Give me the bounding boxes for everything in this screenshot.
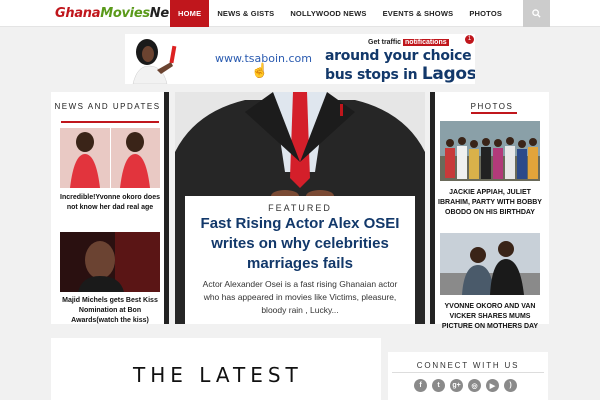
- youtube-icon[interactable]: ▶: [486, 379, 499, 392]
- top-navbar: GhanaMoviesNews HOME NEWS & GISTS NOLLYW…: [0, 0, 600, 27]
- instagram-icon[interactable]: ◎: [468, 379, 481, 392]
- news-updates-title: NEWS AND UPDATES: [54, 102, 161, 111]
- article-caption[interactable]: Majid Michels gets Best Kiss Nomination …: [55, 296, 165, 326]
- ad-notification-text: Get traffic notifications: [368, 39, 449, 46]
- site-logo[interactable]: GhanaMoviesNews: [55, 6, 188, 23]
- ad-headline-line2: bus stops in Lagos: [325, 64, 475, 84]
- connect-title: CONNECT WITH US: [416, 361, 520, 370]
- featured-label: FEATURED: [268, 203, 332, 213]
- latest-section: THE LATEST: [51, 338, 381, 400]
- nav-item-news-gists[interactable]: NEWS & GISTS: [209, 0, 282, 27]
- ad-notif-highlight: notifications: [403, 39, 449, 46]
- news-updates-underline: [61, 121, 159, 123]
- pointer-hand-icon: ☝: [251, 62, 269, 78]
- main-nav: HOME NEWS & GISTS NOLLYWOOD NEWS EVENTS …: [170, 0, 510, 27]
- nav-item-nollywood-news[interactable]: NOLLYWOOD NEWS: [282, 0, 374, 27]
- facebook-icon[interactable]: f: [414, 379, 427, 392]
- ad-line2-prefix: bus stops in: [325, 67, 418, 83]
- google-plus-icon[interactable]: g+: [450, 379, 463, 392]
- ad-line2-city: Lagos: [421, 64, 475, 84]
- news-updates-column: NEWS AND UPDATES Incredible!Yvonne okoro…: [51, 92, 169, 324]
- article-caption[interactable]: Incredible!Yvonne okoro does not know he…: [55, 193, 165, 213]
- ad-notif-prefix: Get traffic: [368, 39, 402, 46]
- ad-banner[interactable]: www.tsaboin.com ☝ Get traffic notificati…: [125, 34, 475, 84]
- connect-divider: [392, 372, 544, 373]
- rss-icon[interactable]: ): [504, 379, 517, 392]
- ad-woman-image: [127, 36, 185, 84]
- photo-caption[interactable]: JACKIE APPIAH, JULIET IBRAHIM, PARTY WIT…: [435, 188, 545, 218]
- photos-column: PHOTOS JACKIE APPIAH, JULIET IBRAHIM, PA…: [430, 92, 549, 330]
- featured-excerpt: Actor Alexander Osei is a fast rising Gh…: [202, 279, 398, 315]
- ad-headline-line1: around your choice: [325, 48, 472, 64]
- photos-title: PHOTOS: [470, 102, 514, 111]
- photo-thumbnail[interactable]: [440, 233, 540, 295]
- logo-text-movies: Movies: [100, 6, 150, 21]
- search-icon: [532, 9, 541, 18]
- photos-underline: [471, 112, 517, 114]
- photo-thumbnail[interactable]: [440, 121, 540, 181]
- latest-title: THE LATEST: [133, 363, 303, 387]
- photo-caption[interactable]: YVONNE OKORO AND VAN VICKER SHARES MUMS …: [435, 302, 545, 332]
- logo-text-ghana: Ghana: [55, 6, 101, 21]
- search-button[interactable]: [523, 0, 550, 27]
- ad-badge: 1: [465, 35, 474, 44]
- nav-item-home[interactable]: HOME: [170, 0, 210, 27]
- nav-item-photos[interactable]: PHOTOS: [461, 0, 510, 27]
- nav-item-events-shows[interactable]: EVENTS & SHOWS: [375, 0, 462, 27]
- article-thumbnail[interactable]: [60, 232, 160, 292]
- featured-card: FEATURED Fast Rising Actor Alex OSEI wri…: [185, 196, 415, 324]
- twitter-icon[interactable]: t: [432, 379, 445, 392]
- connect-widget: CONNECT WITH US f t g+ ◎ ▶ ): [388, 352, 548, 400]
- article-thumbnail[interactable]: [60, 128, 160, 188]
- featured-title[interactable]: Fast Rising Actor Alex OSEI writes on wh…: [191, 214, 409, 274]
- social-icons: f t g+ ◎ ▶ ): [414, 379, 517, 392]
